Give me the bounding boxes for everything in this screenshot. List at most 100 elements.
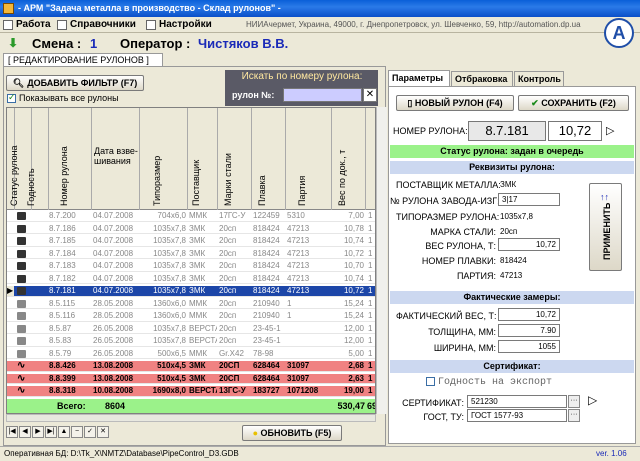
insert-record-icon[interactable]: ▲ (58, 426, 70, 438)
table-cell: 818424 (253, 286, 280, 295)
table-row[interactable]: 8.5.115 28.05.2008 1360x6,0 ММК 20сп 210940 1 1… (7, 298, 375, 310)
total-extra: 69 (367, 401, 375, 411)
width-input[interactable]: 1055 (498, 340, 560, 353)
table-cell: 1035x7,8 (153, 286, 186, 295)
col-heat[interactable]: Плавка (252, 108, 286, 210)
clear-icon[interactable]: ✕ (363, 88, 377, 102)
table-cell: 8.5.115 (49, 298, 76, 308)
table-cell: 20сп (219, 336, 237, 345)
table-cell: 5310 (287, 211, 305, 220)
gost-lookup-button[interactable]: ··· (568, 409, 580, 422)
table-cell: 23-45-1 (253, 336, 281, 345)
table-row[interactable]: 8.7.200 04.07.2008 704x6,0 ММК 17ГС-У 122459 5… (7, 211, 375, 222)
table-row[interactable]: 8.5.87 26.05.2008 1035x7,8ВЕРСТА20сп 23-45-… (7, 324, 375, 335)
table-cell: 47213 (287, 273, 310, 283)
apply-button[interactable]: ↑↑ ПРИМЕНИТЬ (589, 183, 622, 271)
grid-horizontal-scrollbar[interactable] (6, 414, 376, 422)
table-cell: ЗМК (189, 236, 206, 245)
table-row[interactable]: ▶ 8.7.181 04.07.2008 1035x7,8 ЗМК 20сп 818424 4… (7, 286, 375, 297)
delete-record-icon[interactable]: − (71, 426, 83, 438)
row-indicator (7, 236, 14, 246)
table-cell: 1 (368, 236, 373, 245)
add-filter-button[interactable]: 🔍︎ ДОБАВИТЬ ФИЛЬТР (F7) (6, 75, 144, 91)
table-cell: 1 (368, 286, 373, 295)
table-row[interactable]: ∿ 8.8.399 13.08.2008 510x4,5 ЗМК 20СП 628464 31… (7, 372, 375, 385)
col-weigh-date[interactable]: Дата взве-шивания (92, 108, 140, 210)
table-row[interactable]: 8.7.183 04.07.2008 1035x7,8 ЗМК 20сп 818424 47… (7, 261, 375, 272)
grid-vertical-scrollbar[interactable] (376, 107, 387, 414)
save-button[interactable]: ✔ СОХРАНИТЬ (F2) (518, 95, 629, 111)
roll-status-icon (17, 312, 26, 320)
edit-record-icon[interactable]: ✓ (84, 426, 96, 438)
table-row[interactable]: ∿ 8.8.426 13.08.2008 510x4,5 ЗМК 20СП 628464 31… (7, 360, 375, 372)
table-cell: ЗМК (189, 248, 206, 258)
wave-status-icon: ∿ (17, 372, 26, 384)
menu-work[interactable]: Работа (2, 18, 51, 32)
table-cell: 1 (368, 361, 373, 370)
certificate-lookup-button[interactable]: ··· (568, 395, 580, 408)
col-lot[interactable]: Партия (286, 108, 332, 210)
roll-number-search-input[interactable] (283, 88, 362, 102)
first-record-icon[interactable]: |◀ (6, 426, 18, 438)
table-cell: 1 (368, 373, 373, 383)
col-doc-weight[interactable]: Вес по док., т (332, 108, 366, 210)
tab-edit-rolls[interactable]: [ РЕДАКТИРОВАНИЕ РУЛОНОВ ] (3, 53, 163, 66)
app-icon (3, 3, 14, 14)
play-icon[interactable]: ▷ (588, 393, 597, 407)
fact-weight-input[interactable]: 10,72 (498, 308, 560, 321)
gost-input[interactable]: ГОСТ 1577-93 (467, 409, 567, 422)
show-all-checkbox[interactable]: Показывать все рулоны (7, 92, 119, 104)
table-row[interactable]: 8.5.116 28.05.2008 1360x6,0 ММК 20сп 210940 1 1… (7, 311, 375, 322)
wave-status-icon: ∿ (17, 360, 26, 371)
certificate-input[interactable]: 521230 (467, 395, 567, 408)
company-logo: A (604, 18, 634, 48)
last-record-icon[interactable]: ▶| (45, 426, 57, 438)
col-steel[interactable]: Марки стали (218, 108, 252, 210)
table-row[interactable]: 8.7.186 04.07.2008 1035x7,8 ЗМК 20сп 818424 47… (7, 224, 375, 235)
roll-status-icon (17, 224, 26, 233)
table-row[interactable]: 8.5.83 26.05.2008 1035x7,8ВЕРСТА20сп 23-45-… (7, 336, 375, 347)
table-cell: 818424 (253, 236, 280, 245)
table-cell: 04.07.2008 (93, 236, 134, 245)
new-roll-button[interactable]: ▯ НОВЫЙ РУЛОН (F4) (396, 95, 514, 111)
table-cell: 1 (368, 386, 373, 395)
table-cell: ЗМК (189, 361, 206, 370)
certificate-label: СЕРТИФИКАТ: (402, 398, 464, 408)
table-cell: 20сп (219, 298, 237, 308)
table-cell (287, 324, 331, 334)
menu-directories[interactable]: Справочники (56, 18, 138, 32)
play-icon[interactable]: ▷ (606, 124, 614, 137)
roll-status-icon (17, 212, 26, 220)
cancel-record-icon[interactable]: ✕ (97, 426, 109, 438)
col-roll-number[interactable]: Номер рулона (49, 108, 92, 210)
table-cell: 1 (287, 298, 292, 308)
plant-roll-number-input[interactable]: 3|17 (498, 193, 560, 206)
tab-control[interactable]: Контроль (514, 71, 564, 86)
col-label: Дата взве-шивания (94, 146, 138, 166)
col-label: Номер рулона (59, 146, 69, 206)
table-row[interactable]: 8.5.79 26.05.2008 500x6,5 ММК Gr.X42 78-98 5,0… (7, 349, 375, 360)
roll-status-icon (17, 287, 26, 295)
table-cell: 28.05.2008 (93, 298, 134, 308)
weight-input[interactable]: 10,72 (498, 238, 560, 251)
prior-record-icon[interactable]: ◀ (19, 426, 31, 438)
col-fitness[interactable]: Годность (26, 108, 49, 210)
next-record-icon[interactable]: ▶ (32, 426, 44, 438)
table-row[interactable]: 8.7.182 04.07.2008 1035x7,8 ЗМК 20сп 818424 47… (7, 273, 375, 285)
title-bar: - АРМ "Задача металла в производство - С… (0, 0, 640, 17)
rolls-grid: Статус рулона Годность Номер рулона Дата… (6, 107, 376, 414)
thickness-input[interactable]: 7.90 (498, 324, 560, 337)
col-supplier[interactable]: Поставщик (188, 108, 218, 210)
table-row[interactable]: 8.7.185 04.07.2008 1035x7,8 ЗМК 20сп 818424 47… (7, 236, 375, 247)
refresh-button[interactable]: ● ОБНОВИТЬ (F5) (242, 425, 342, 441)
tab-rejection[interactable]: Отбраковка (451, 71, 513, 86)
table-row[interactable]: ∿ 8.8.318 10.08.2008 1690x8,0ВЕРСТА13ГС-У 18… (7, 386, 375, 397)
table-cell: 818424 (253, 273, 280, 283)
menu-settings[interactable]: Настройки (145, 18, 225, 32)
tab-parameters[interactable]: Параметры (388, 70, 450, 86)
table-cell: 704x6,0 (157, 211, 186, 220)
export-checkbox[interactable]: Годность на экспорт (426, 376, 552, 388)
table-cell: 47213 (287, 286, 310, 295)
col-size[interactable]: Типоразмер (140, 108, 188, 210)
table-row[interactable]: 8.7.184 04.07.2008 1035x7,8 ЗМК 20сп 818424 47… (7, 248, 375, 260)
